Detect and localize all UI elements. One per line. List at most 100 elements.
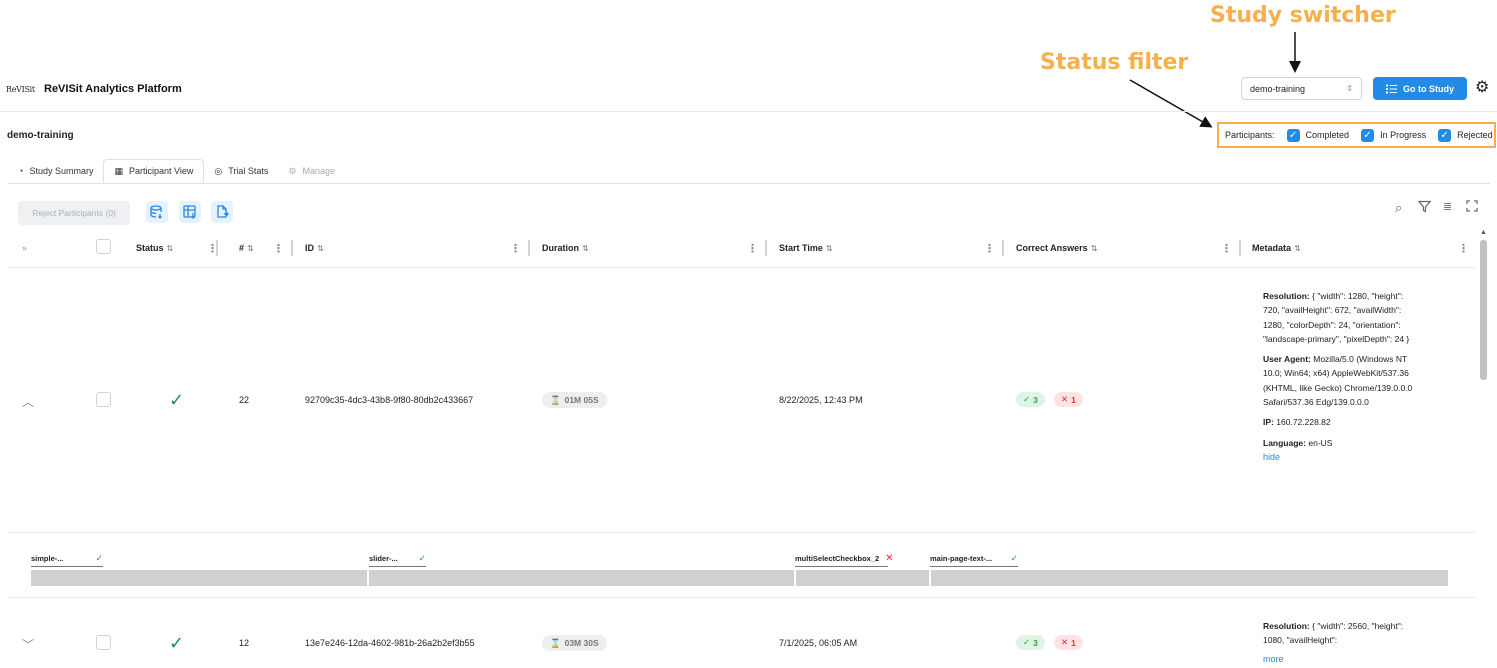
hide-metadata-link[interactable]: hide	[1263, 452, 1280, 462]
correct-count-badge: ✓ 3	[1016, 392, 1045, 407]
incorrect-count-badge: ✕ 1	[1054, 392, 1083, 407]
tab-manage: ⚙ Manage	[288, 165, 336, 177]
view-tabs: ◔ Study Summary ▦ Participant View ◎ Tri…	[8, 159, 345, 183]
tab-participant-view[interactable]: ▦ Participant View	[103, 159, 205, 183]
trial-label[interactable]: simple-... ✓	[31, 553, 103, 567]
column-header-metadata[interactable]: Metadata ⇅	[1252, 239, 1301, 257]
app-title: ReVISit Analytics Platform	[44, 83, 182, 95]
metadata-resolution: Resolution: { "width": 2560, "height": 1…	[1263, 621, 1404, 646]
column-menu-icon[interactable]: ⋮	[1458, 239, 1469, 257]
expand-all-icon[interactable]: »	[22, 239, 27, 257]
collapse-row-icon[interactable]: ︿	[22, 393, 34, 410]
sort-icon[interactable]: ⇅	[826, 244, 833, 253]
column-resizer[interactable]	[528, 240, 530, 256]
study-switcher-select[interactable]: demo-training ⇕	[1241, 77, 1362, 100]
duration-badge: ⌛ 01M 05S	[542, 392, 607, 408]
sort-icon[interactable]: ⇅	[1294, 244, 1301, 253]
go-to-study-label: Go to Study	[1403, 83, 1454, 94]
column-header-id[interactable]: ID ⇅	[305, 239, 324, 257]
x-icon: ✕	[1061, 637, 1069, 647]
filter-label: Participants:	[1225, 130, 1275, 140]
checkbox-checked-icon[interactable]: ✓	[1286, 128, 1300, 142]
columns-icon[interactable]: ≣	[1443, 200, 1452, 213]
select-all-checkbox[interactable]	[96, 239, 111, 257]
tab-study-summary[interactable]: ◔ Study Summary	[8, 159, 103, 183]
trial-timeline-bar[interactable]	[796, 570, 929, 586]
check-icon: ✓	[418, 553, 426, 563]
check-icon: ✓	[1010, 553, 1018, 563]
column-menu-icon[interactable]: ⋮	[510, 239, 521, 257]
table-icon: ▦	[114, 165, 123, 176]
participant-id: 13e7e246-12da-4602-981b-26a2b2ef3b55	[305, 638, 475, 648]
search-icon[interactable]: ⌕	[1395, 200, 1402, 216]
completed-check-icon: ✓	[169, 633, 185, 653]
scroll-up-icon[interactable]: ▲	[1480, 229, 1487, 236]
gear-icon[interactable]: ⚙	[1475, 79, 1489, 97]
column-menu-icon[interactable]: ⋮	[984, 239, 995, 257]
metadata-resolution: Resolution: { "width": 1280, "height": 7…	[1263, 291, 1410, 344]
column-resizer[interactable]	[216, 240, 218, 256]
trial-label[interactable]: slider-... ✓	[369, 553, 426, 567]
more-metadata-link[interactable]: more	[1263, 654, 1284, 664]
status-filter-arrow	[1129, 79, 1213, 128]
column-header-status[interactable]: Status ⇅	[136, 239, 173, 257]
sort-icon[interactable]: ⇅	[582, 244, 589, 253]
row-select-checkbox[interactable]	[96, 635, 111, 653]
revisit-logo: ReVISit	[6, 84, 35, 94]
row-select-checkbox[interactable]	[96, 392, 111, 410]
completed-check-icon: ✓	[169, 390, 185, 410]
fullscreen-icon[interactable]	[1466, 200, 1478, 215]
go-to-study-button[interactable]: Go to Study	[1373, 77, 1467, 100]
sort-icon[interactable]: ⇅	[167, 244, 174, 253]
metadata-details: Resolution: { "width": 1280, "height": 7…	[1263, 289, 1413, 464]
expand-row-icon[interactable]: ﹀	[22, 636, 34, 653]
start-time: 7/1/2025, 06:05 AM	[779, 638, 858, 648]
table-scrollbar[interactable]	[1480, 240, 1487, 380]
sort-icon[interactable]: ⇅	[247, 244, 254, 253]
column-resizer[interactable]	[765, 240, 767, 256]
reject-participants-button[interactable]: Reject Participants (0)	[18, 201, 130, 225]
checkbox-checked-icon[interactable]: ✓	[1361, 128, 1375, 142]
header-row-divider	[8, 267, 1476, 268]
x-icon: ✕	[885, 553, 894, 564]
export-file-icon[interactable]	[211, 201, 233, 223]
trial-timeline-bar[interactable]	[31, 570, 367, 586]
hourglass-icon: ⌛	[550, 394, 561, 405]
trial-label[interactable]: multiSelectCheckbox_2 ✕	[795, 553, 894, 567]
duration-badge: ⌛ 03M 30S	[542, 635, 607, 651]
participant-status-filter: Participants: ✓ Completed ✓ In Progress …	[1217, 122, 1496, 148]
filter-completed[interactable]: ✓ Completed	[1286, 128, 1349, 142]
filter-in-progress[interactable]: ✓ In Progress	[1361, 128, 1426, 142]
select-chevron-icon: ⇕	[1346, 84, 1353, 93]
start-time: 8/22/2025, 12:43 PM	[779, 395, 863, 405]
trial-timeline-bar[interactable]	[931, 570, 1448, 586]
tab-trial-stats[interactable]: ◎ Trial Stats	[204, 159, 278, 183]
list-icon	[1386, 84, 1397, 93]
column-resizer[interactable]	[1002, 240, 1004, 256]
participant-id: 92709c35-4dc3-43b8-9f80-80db2c433667	[305, 395, 474, 405]
trial-label[interactable]: main-page-text-... ✓	[930, 553, 1018, 567]
x-icon: ✕	[1061, 394, 1069, 404]
checkbox-checked-icon[interactable]: ✓	[1438, 128, 1452, 142]
sort-icon[interactable]: ⇅	[1091, 244, 1098, 253]
column-resizer[interactable]	[291, 240, 293, 256]
column-header-number[interactable]: # ⇅	[239, 239, 254, 257]
participant-number: 22	[239, 395, 250, 405]
column-menu-icon[interactable]: ⋮	[747, 239, 758, 257]
column-header-duration[interactable]: Duration ⇅	[542, 239, 589, 257]
download-table-icon[interactable]	[179, 201, 201, 223]
filter-icon[interactable]	[1417, 200, 1432, 216]
check-icon: ✓	[1023, 394, 1031, 404]
column-menu-icon[interactable]: ⋮	[273, 239, 284, 257]
column-header-correct-answers[interactable]: Correct Answers ⇅	[1016, 239, 1097, 257]
metadata-details: Resolution: { "width": 2560, "height": 1…	[1263, 619, 1413, 649]
column-menu-icon[interactable]: ⋮	[1221, 239, 1232, 257]
trial-timeline-bar[interactable]	[369, 570, 794, 586]
metadata-user-agent: User Agent: Mozilla/5.0 (Windows NT 10.0…	[1263, 354, 1413, 408]
incorrect-count-badge: ✕ 1	[1054, 635, 1083, 650]
filter-rejected[interactable]: ✓ Rejected	[1438, 128, 1493, 142]
column-header-start-time[interactable]: Start Time ⇅	[779, 239, 833, 257]
column-resizer[interactable]	[1239, 240, 1241, 256]
sort-icon[interactable]: ⇅	[317, 244, 324, 253]
download-database-icon[interactable]	[146, 201, 168, 223]
